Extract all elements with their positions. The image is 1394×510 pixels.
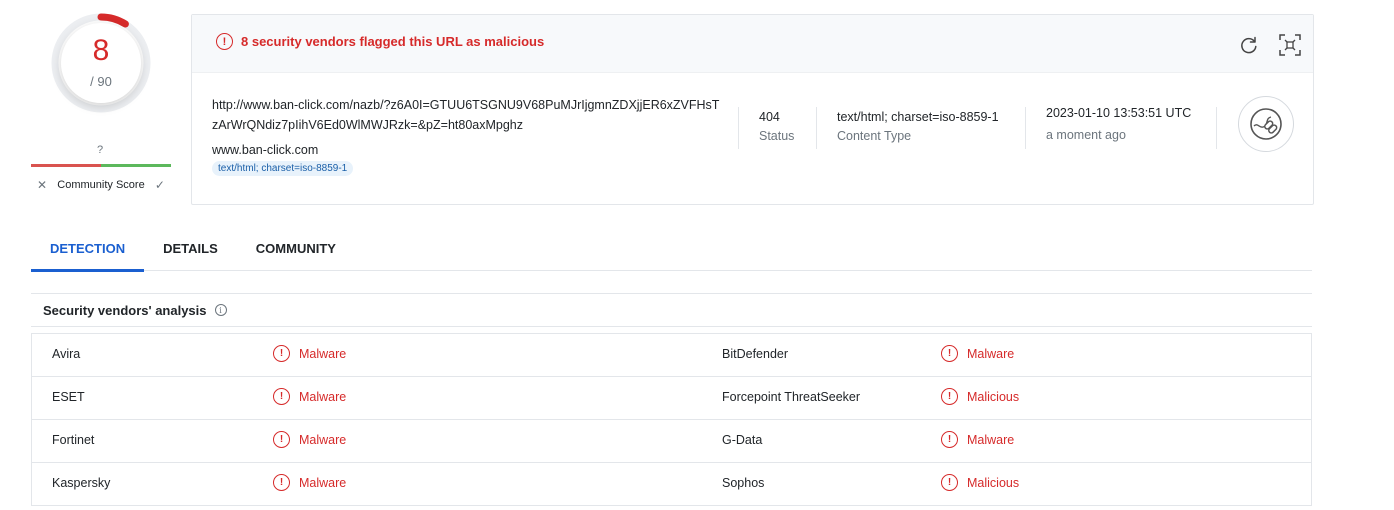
vendor-verdict: ! Malware	[273, 345, 346, 362]
url-info: http://www.ban-click.com/nazb/?z6A0I=GTU…	[212, 95, 722, 176]
divider	[1025, 107, 1026, 149]
vendor-name: BitDefender	[722, 347, 789, 361]
vendor-name: Kaspersky	[52, 476, 111, 490]
divider	[738, 107, 739, 149]
vendor-verdict: ! Malware	[273, 431, 346, 448]
similar-search-icon	[1279, 34, 1301, 56]
link-icon	[1250, 108, 1282, 140]
status-label: Status	[759, 129, 795, 143]
content-type-value: text/html; charset=iso-8859-1	[837, 110, 999, 124]
vendor-name: ESET	[52, 390, 85, 404]
vote-harmless-icon[interactable]: ✓	[155, 178, 165, 192]
vendor-verdict: ! Malware	[273, 474, 346, 491]
status-stat: 404 Status	[759, 110, 794, 143]
vendor-row: ESET ! Malware Forcepoint ThreatSeeker !…	[32, 377, 1311, 420]
status-value: 404	[759, 110, 780, 124]
divider	[816, 107, 817, 149]
community-bar-positive	[101, 164, 171, 167]
scanned-url[interactable]: http://www.ban-click.com/nazb/?z6A0I=GTU…	[212, 95, 722, 135]
content-type-tag[interactable]: text/html; charset=iso-8859-1	[212, 161, 354, 176]
alert-text: 8 security vendors flagged this URL as m…	[241, 34, 545, 49]
detection-total: / 90	[90, 74, 112, 89]
alert-circle-icon: !	[216, 33, 233, 50]
analysis-timestamp: 2023-01-10 13:53:51 UTC	[1046, 106, 1192, 120]
alert-circle-icon: !	[273, 388, 290, 405]
vendor-verdict: ! Malicious	[941, 474, 1019, 491]
content-type-stat: text/html; charset=iso-8859-1 Content Ty…	[837, 110, 999, 143]
vendor-verdict: ! Malicious	[941, 388, 1019, 405]
tab-community[interactable]: COMMUNITY	[237, 225, 355, 271]
vendor-name: Forcepoint ThreatSeeker	[722, 390, 861, 404]
content-type-label: Content Type	[837, 129, 912, 143]
malicious-alert: ! 8 security vendors flagged this URL as…	[216, 33, 544, 50]
verdict-label: Malware	[299, 432, 347, 447]
community-score-value: ?	[96, 144, 104, 156]
community-score-label: Community Score	[57, 179, 145, 191]
tab-bar: DETECTION DETAILS COMMUNITY	[31, 225, 1312, 272]
verdict-label: Malware	[299, 346, 347, 361]
alert-circle-icon: !	[941, 474, 958, 491]
divider	[1216, 107, 1217, 149]
vendors-table: Avira ! Malware BitDefender ! Malware ES…	[31, 333, 1312, 506]
alert-circle-icon: !	[941, 431, 958, 448]
alert-circle-icon: !	[941, 388, 958, 405]
tab-details[interactable]: DETAILS	[144, 225, 237, 271]
alert-circle-icon: !	[273, 474, 290, 491]
vendor-row: Kaspersky ! Malware Sophos ! Malicious	[32, 463, 1311, 506]
verdict-label: Malware	[967, 346, 1015, 361]
detection-count: 8	[92, 34, 110, 67]
vendor-verdict: ! Malware	[941, 345, 1014, 362]
community-score-row: ✕ Community Score ✓	[31, 176, 171, 194]
vendor-row: Fortinet ! Malware G-Data ! Malware	[32, 420, 1311, 463]
verdict-label: Malicious	[967, 475, 1020, 490]
url-type-badge	[1238, 96, 1294, 152]
info-icon[interactable]: i	[214, 304, 227, 316]
alert-circle-icon: !	[273, 345, 290, 362]
summary-card: ! 8 security vendors flagged this URL as…	[191, 14, 1314, 205]
alert-circle-icon: !	[941, 345, 958, 362]
vendors-section-title: Security vendors' analysis	[43, 302, 207, 318]
verdict-label: Malware	[299, 475, 347, 490]
analysis-relative-time: a moment ago	[1046, 128, 1126, 142]
tab-detection[interactable]: DETECTION	[31, 225, 145, 272]
verdict-label: Malware	[299, 389, 347, 404]
vendor-name: G-Data	[722, 433, 763, 447]
vendors-section-header: Security vendors' analysis i	[31, 293, 1312, 327]
vote-harmful-icon[interactable]: ✕	[37, 178, 47, 192]
detection-score-gauge: 8 / 90	[50, 12, 152, 114]
url-domain[interactable]: www.ban-click.com	[212, 143, 722, 157]
vendor-name: Fortinet	[52, 433, 95, 447]
community-score-bar	[31, 164, 171, 167]
verdict-label: Malware	[967, 432, 1015, 447]
reanalyze-button[interactable]	[1237, 33, 1261, 57]
vendor-name: Avira	[52, 347, 81, 361]
vendor-verdict: ! Malware	[273, 388, 346, 405]
community-bar-negative	[31, 164, 101, 167]
analysis-date: 2023-01-10 13:53:51 UTC a moment ago	[1046, 106, 1191, 142]
similar-button[interactable]	[1278, 33, 1302, 57]
summary-card-header: ! 8 security vendors flagged this URL as…	[192, 15, 1313, 73]
vendor-verdict: ! Malware	[941, 431, 1014, 448]
vendor-name: Sophos	[722, 476, 765, 490]
vendor-row: Avira ! Malware BitDefender ! Malware	[32, 334, 1311, 377]
alert-circle-icon: !	[273, 431, 290, 448]
verdict-label: Malicious	[967, 389, 1020, 404]
refresh-icon	[1241, 36, 1257, 54]
